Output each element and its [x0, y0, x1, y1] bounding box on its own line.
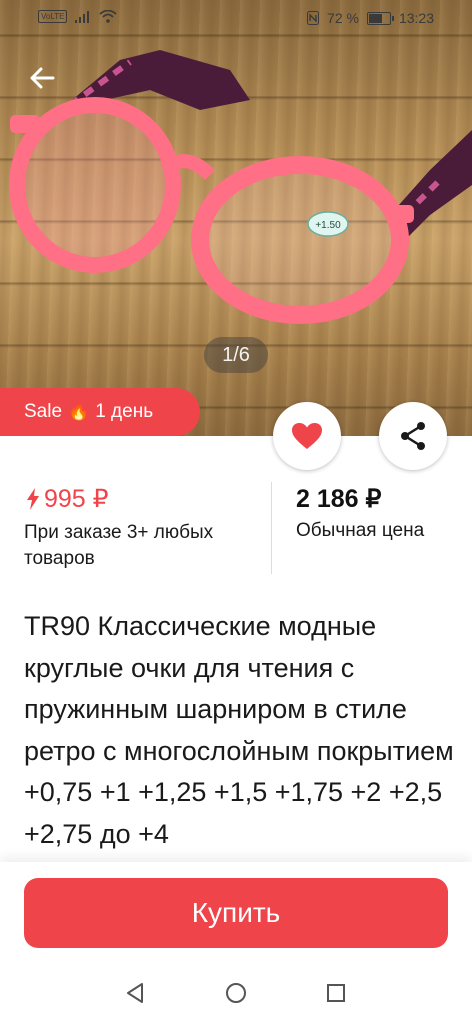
favorite-button[interactable]: [273, 402, 341, 470]
product-image-gallery[interactable]: +1.50 VoLTE 72 % 13:23 1/6: [0, 0, 472, 436]
clock-time: 13:23: [398, 10, 434, 26]
sale-price: 995 ₽: [26, 484, 109, 514]
image-counter: 1/6: [204, 337, 268, 373]
bottom-action-bar: Купить: [0, 862, 472, 962]
square-recents-icon: [327, 984, 345, 1002]
lens-power-label: +1.50: [315, 220, 341, 231]
share-button[interactable]: [379, 402, 447, 470]
sale-price-condition: При заказе 3+ любых товаров: [24, 522, 214, 569]
arrow-left-icon: [30, 67, 55, 89]
lightning-icon: [27, 488, 39, 510]
sale-price-value: 995 ₽: [44, 485, 109, 513]
battery-icon: [366, 11, 394, 25]
triangle-back-icon: [127, 983, 143, 1003]
regular-price-label: Обычная цена: [296, 520, 425, 541]
wifi-icon: [99, 10, 118, 23]
nfc-icon: [307, 11, 320, 25]
back-button[interactable]: [24, 60, 60, 96]
volte-badge: VoLTE: [38, 10, 68, 23]
system-navigation-bar: [0, 962, 472, 1024]
signal-icon: [75, 10, 90, 23]
product-title: TR90 Классические модные круглые очки дл…: [24, 611, 454, 849]
status-bar: VoLTE 72 % 13:23: [0, 0, 472, 36]
sale-badge: Sale 🔥 1 день: [0, 388, 200, 436]
regular-price-value: 2 186 ₽: [296, 485, 382, 513]
circle-home-icon: [226, 983, 246, 1003]
nav-home-button[interactable]: [221, 978, 251, 1008]
fire-icon: 🔥: [68, 402, 90, 421]
share-icon: [401, 422, 425, 450]
sale-duration: 1 день: [95, 401, 154, 422]
price-divider: [271, 482, 272, 574]
nav-back-button[interactable]: [120, 978, 150, 1008]
nav-recents-button[interactable]: [321, 978, 351, 1008]
price-section: 995 ₽ При заказе 3+ любых товаров 2 186 …: [0, 470, 472, 580]
heart-icon: [292, 423, 322, 449]
battery-percent: 72 %: [327, 10, 359, 26]
buy-button[interactable]: Купить: [24, 878, 448, 948]
sale-label: Sale: [24, 401, 63, 422]
